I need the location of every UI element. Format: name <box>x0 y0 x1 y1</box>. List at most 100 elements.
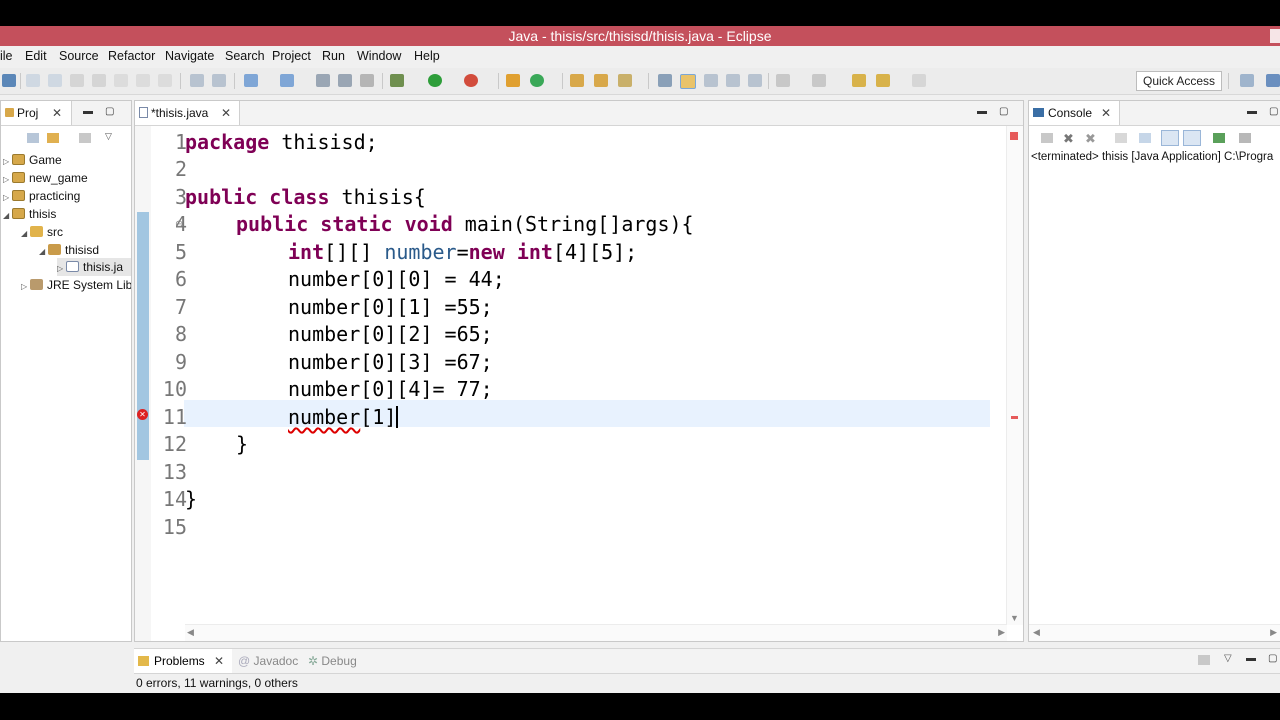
remove-launch-icon[interactable]: ✖ <box>1063 131 1074 147</box>
last-edit-location-icon[interactable] <box>852 74 866 87</box>
tree-item-src[interactable]: ◢ src <box>21 223 63 241</box>
quick-access-field[interactable]: Quick Access <box>1136 71 1222 91</box>
menu-window[interactable]: Window <box>357 46 401 66</box>
view-menu-icon[interactable] <box>79 133 91 143</box>
suspend-icon[interactable] <box>48 74 62 87</box>
collapse-all-icon[interactable] <box>27 133 39 143</box>
collapse-icon[interactable]: ◢ <box>21 225 30 243</box>
link-with-editor-icon[interactable] <box>47 133 59 143</box>
scroll-down-icon[interactable]: ▼ <box>1010 613 1019 623</box>
new-icon[interactable] <box>244 74 258 87</box>
print-icon[interactable] <box>360 74 374 87</box>
java-perspective-icon[interactable] <box>1266 74 1280 87</box>
remove-all-icon[interactable]: ✖ <box>1085 131 1096 147</box>
collapse-icon[interactable]: ◢ <box>3 207 12 225</box>
minimize-icon[interactable]: ▬ <box>977 106 987 117</box>
terminate-icon[interactable] <box>70 74 84 87</box>
clear-console-icon[interactable] <box>1115 133 1127 143</box>
terminate-icon[interactable] <box>1041 133 1053 143</box>
view-dropdown-icon[interactable]: ▽ <box>105 131 112 142</box>
tree-item-new-game[interactable]: ▷ new_game <box>3 169 88 187</box>
open-folder-icon[interactable] <box>594 74 608 87</box>
scroll-lock-icon[interactable] <box>1139 133 1151 143</box>
collapse-icon[interactable]: ◢ <box>39 243 48 261</box>
tree-item-thisis[interactable]: ◢ thisis <box>3 205 56 223</box>
scroll-right-icon[interactable]: ▶ <box>1270 627 1277 638</box>
back-icon[interactable] <box>876 74 890 87</box>
maximize-icon[interactable]: ▢ <box>999 106 1008 117</box>
open-perspective-icon[interactable] <box>1240 74 1254 87</box>
drop-to-frame-icon[interactable] <box>212 74 226 87</box>
use-step-filters-icon[interactable] <box>190 74 204 87</box>
show-on-output-icon[interactable] <box>1161 130 1179 146</box>
open-type-icon[interactable] <box>280 74 294 87</box>
show-on-error-icon[interactable] <box>1183 130 1201 146</box>
block-selection-icon[interactable] <box>704 74 718 87</box>
tab-problems[interactable]: Problems ✕ <box>134 649 232 673</box>
highlight-icon[interactable] <box>680 74 696 89</box>
error-overview-marker[interactable] <box>1010 132 1018 140</box>
error-overview-marker[interactable] <box>1011 416 1018 419</box>
toggle-mark-occurrences-icon[interactable] <box>658 74 672 87</box>
open-project-icon[interactable] <box>570 74 584 87</box>
scroll-right-icon[interactable]: ▶ <box>998 627 1005 638</box>
step-return-icon[interactable] <box>158 74 172 87</box>
view-dropdown-icon[interactable]: ▽ <box>1224 653 1232 664</box>
menu-refactor[interactable]: Refactor <box>108 46 155 66</box>
console-horizontal-scrollbar[interactable]: ◀ ▶ <box>1029 624 1280 641</box>
scroll-left-icon[interactable]: ◀ <box>1033 627 1040 638</box>
maximize-icon[interactable]: ▢ <box>1269 106 1278 117</box>
close-icon[interactable]: ✕ <box>52 101 62 125</box>
show-whitespace-icon[interactable] <box>726 74 740 87</box>
code-editor[interactable]: ✕ 1 2 3 4 5 6 7 8 9 10 11 12 13 14 15 ⊖ … <box>135 126 1023 641</box>
tree-item-game[interactable]: ▷ Game <box>3 151 62 169</box>
previous-annotation-icon[interactable] <box>812 74 826 87</box>
save-all-icon[interactable] <box>338 74 352 87</box>
tree-item-thisisd[interactable]: ◢ thisisd <box>39 241 99 259</box>
next-annotation-icon[interactable] <box>776 74 790 87</box>
tab-javadoc[interactable]: @ Javadoc <box>238 649 298 673</box>
fold-icon[interactable]: ⊖ <box>175 219 183 230</box>
display-console-icon[interactable] <box>1239 133 1251 143</box>
resume-icon[interactable] <box>26 74 40 87</box>
skip-breakpoints-icon[interactable] <box>2 74 16 87</box>
tree-item-thisis-java[interactable]: ▷ thisis.ja <box>57 258 131 276</box>
tab-thisis-java[interactable]: *thisis.java ✕ <box>135 101 240 125</box>
editor-ruler[interactable]: ✕ <box>135 126 151 641</box>
menu-help[interactable]: Help <box>414 46 440 66</box>
close-icon[interactable]: ✕ <box>1101 101 1111 125</box>
scroll-left-icon[interactable]: ◀ <box>187 627 194 638</box>
minimize-icon[interactable]: ▬ <box>1246 653 1256 664</box>
pilcrow-icon[interactable] <box>748 74 762 87</box>
menu-source[interactable]: Source <box>59 46 99 66</box>
minimize-icon[interactable]: ▬ <box>83 106 93 117</box>
error-icon[interactable]: ✕ <box>137 409 148 420</box>
pin-console-icon[interactable] <box>1213 133 1225 143</box>
maximize-icon[interactable]: ▢ <box>1268 653 1277 664</box>
minimize-icon[interactable]: ▬ <box>1247 106 1257 117</box>
save-icon[interactable] <box>316 74 330 87</box>
view-menu-icon[interactable] <box>1198 655 1210 665</box>
tab-project-explorer[interactable]: Proj ✕ <box>1 101 72 125</box>
close-icon[interactable]: ✕ <box>214 649 224 673</box>
new-java-class-icon[interactable] <box>530 74 544 87</box>
maximize-icon[interactable]: ▢ <box>105 106 114 117</box>
menu-edit[interactable]: Edit <box>25 46 47 66</box>
external-tools-icon[interactable] <box>464 74 478 87</box>
search-icon[interactable] <box>618 74 632 87</box>
close-icon[interactable]: ✕ <box>221 101 231 125</box>
menu-project[interactable]: Project <box>272 46 311 66</box>
menu-search[interactable]: Search <box>225 46 265 66</box>
tab-debug[interactable]: ✲ Debug <box>308 649 357 673</box>
horizontal-scrollbar[interactable]: ◀ ▶ <box>185 624 1007 641</box>
menu-run[interactable]: Run <box>322 46 345 66</box>
disconnect-icon[interactable] <box>92 74 106 87</box>
window-control-icon[interactable] <box>1270 29 1280 43</box>
debug-icon[interactable] <box>390 74 404 87</box>
menu-file[interactable]: ile <box>0 46 13 66</box>
expand-icon[interactable]: ▷ <box>21 278 30 296</box>
tree-item-practicing[interactable]: ▷ practicing <box>3 187 80 205</box>
vertical-scrollbar[interactable]: ▼ <box>1006 126 1023 625</box>
forward-icon[interactable] <box>912 74 926 87</box>
step-into-icon[interactable] <box>114 74 128 87</box>
